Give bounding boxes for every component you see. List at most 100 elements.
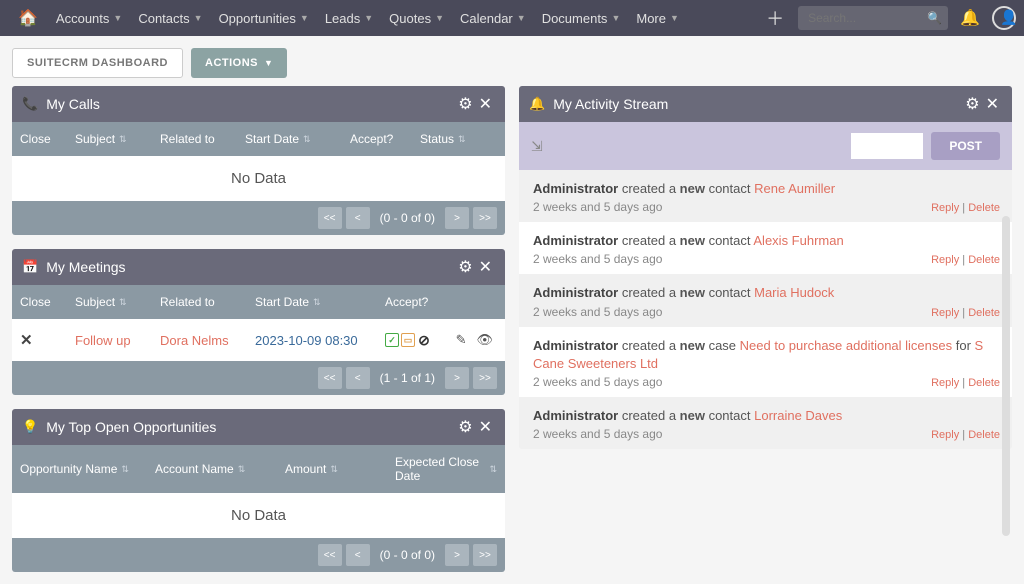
nav-item-accounts[interactable]: Accounts▼ xyxy=(48,0,130,36)
user-menu-icon[interactable]: 👤 xyxy=(992,6,1016,30)
gear-icon[interactable]: ⚙ xyxy=(455,94,475,114)
col-subject[interactable]: Subject⇅ xyxy=(75,132,160,146)
pager-last-button[interactable]: >> xyxy=(473,544,497,566)
col-close[interactable]: Close xyxy=(20,295,75,309)
pager-first-button[interactable]: << xyxy=(318,367,342,389)
meeting-subject-link[interactable]: Follow up xyxy=(75,333,131,348)
edit-icon[interactable]: ✎ xyxy=(456,332,467,348)
nav-label: More xyxy=(636,11,666,26)
close-icon[interactable]: ✕ xyxy=(476,417,495,437)
view-icon[interactable]: 👁 xyxy=(476,332,493,348)
nav-item-quotes[interactable]: Quotes▼ xyxy=(381,0,452,36)
delete-link[interactable]: Delete xyxy=(968,307,1000,319)
nav-item-contacts[interactable]: Contacts▼ xyxy=(130,0,210,36)
nav-items: Accounts▼Contacts▼Opportunities▼Leads▼Qu… xyxy=(48,0,758,36)
col-start-date[interactable]: Start Date⇅ xyxy=(255,295,385,309)
subheader: SUITECRM DASHBOARD ACTIONS ▼ xyxy=(0,36,1024,86)
no-data-message: No Data xyxy=(12,156,505,201)
col-close[interactable]: Close xyxy=(20,132,75,146)
activity-link[interactable]: Need to purchase additional licenses xyxy=(740,338,952,353)
close-icon[interactable]: ✕ xyxy=(983,94,1002,114)
pager-first-button[interactable]: << xyxy=(318,544,342,566)
delete-link[interactable]: Delete xyxy=(968,377,1000,389)
reply-link[interactable]: Reply xyxy=(931,202,959,214)
nav-item-documents[interactable]: Documents▼ xyxy=(534,0,629,36)
col-start-date[interactable]: Start Date⇅ xyxy=(245,132,350,146)
col-status[interactable]: Status⇅ xyxy=(420,132,480,146)
close-icon[interactable]: ✕ xyxy=(476,94,495,114)
compose-input[interactable] xyxy=(851,133,923,159)
scrollbar[interactable] xyxy=(1002,216,1010,536)
col-subject[interactable]: Subject⇅ xyxy=(75,295,160,309)
home-icon[interactable]: 🏠 xyxy=(8,8,48,28)
pager-prev-button[interactable]: < xyxy=(346,367,370,389)
nav-item-leads[interactable]: Leads▼ xyxy=(317,0,381,36)
activity-link[interactable]: Alexis Fuhrman xyxy=(753,233,843,248)
quick-create-icon[interactable]: ＋ xyxy=(758,5,792,31)
pager-next-button[interactable]: > xyxy=(445,367,469,389)
col-close-date[interactable]: Expected Close Date⇅ xyxy=(395,455,497,483)
pager-next-button[interactable]: > xyxy=(445,207,469,229)
bulb-icon: 💡 xyxy=(22,419,38,435)
close-meeting-icon[interactable]: ✕ xyxy=(20,332,33,349)
nav-item-opportunities[interactable]: Opportunities▼ xyxy=(211,0,317,36)
calendar-icon: 📅 xyxy=(22,259,38,275)
actions-label: ACTIONS xyxy=(205,57,258,69)
accept-yes-icon[interactable]: ✓ xyxy=(385,333,399,347)
reply-link[interactable]: Reply xyxy=(931,254,959,266)
activity-stream-panel: 🔔 My Activity Stream ⚙ ✕ ⇲ POST Administ… xyxy=(519,86,1012,449)
pager-first-button[interactable]: << xyxy=(318,207,342,229)
col-accept[interactable]: Accept? xyxy=(385,295,455,309)
search-icon[interactable]: 🔍 xyxy=(927,11,942,25)
activity-actions: Reply | Delete xyxy=(931,254,1000,266)
delete-link[interactable]: Delete xyxy=(968,254,1000,266)
activity-actor: Administrator xyxy=(533,181,618,196)
nav-item-calendar[interactable]: Calendar▼ xyxy=(452,0,534,36)
col-account-name[interactable]: Account Name⇅ xyxy=(155,455,285,483)
reply-link[interactable]: Reply xyxy=(931,429,959,441)
nav-item-more[interactable]: More▼ xyxy=(628,0,687,36)
gear-icon[interactable]: ⚙ xyxy=(455,257,475,277)
search-input[interactable] xyxy=(798,6,948,30)
pager-last-button[interactable]: >> xyxy=(473,367,497,389)
activity-item: Administrator created a new contact Mari… xyxy=(519,274,1012,326)
actions-button[interactable]: ACTIONS ▼ xyxy=(191,48,287,78)
meeting-related-link[interactable]: Dora Nelms xyxy=(160,333,229,348)
close-icon[interactable]: ✕ xyxy=(476,257,495,277)
pager-prev-button[interactable]: < xyxy=(346,207,370,229)
sort-icon: ⇅ xyxy=(119,134,127,145)
sort-icon: ⇅ xyxy=(489,464,497,475)
activity-link[interactable]: Lorraine Daves xyxy=(754,408,842,423)
meeting-date-link[interactable]: 2023-10-09 08:30 xyxy=(255,333,358,348)
panel-title: My Meetings xyxy=(46,259,455,275)
accept-decline-icon[interactable]: ⊘ xyxy=(417,333,431,347)
dashboard-tab-button[interactable]: SUITECRM DASHBOARD xyxy=(12,48,183,78)
activity-link[interactable]: Rene Aumiller xyxy=(754,181,835,196)
calls-table-header: Close Subject⇅ Related to Start Date⇅ Ac… xyxy=(12,122,505,156)
reply-link[interactable]: Reply xyxy=(931,307,959,319)
col-accept[interactable]: Accept? xyxy=(350,132,420,146)
reply-link[interactable]: Reply xyxy=(931,377,959,389)
pager-status: (1 - 1 of 1) xyxy=(374,371,441,385)
nav-right: ＋ 🔍 🔔 👤 xyxy=(758,5,1016,31)
pager-next-button[interactable]: > xyxy=(445,544,469,566)
gear-icon[interactable]: ⚙ xyxy=(962,94,982,114)
nav-label: Quotes xyxy=(389,11,431,26)
accept-tentative-icon[interactable]: ▭ xyxy=(401,333,415,347)
notifications-icon[interactable]: 🔔 xyxy=(954,8,986,28)
col-related-to[interactable]: Related to xyxy=(160,132,245,146)
activity-actor: Administrator xyxy=(533,285,618,300)
activity-link[interactable]: Maria Hudock xyxy=(754,285,834,300)
activity-time: 2 weeks and 5 days ago xyxy=(533,200,998,214)
nav-label: Documents xyxy=(542,11,608,26)
pager-last-button[interactable]: >> xyxy=(473,207,497,229)
post-button[interactable]: POST xyxy=(931,132,1000,160)
delete-link[interactable]: Delete xyxy=(968,202,1000,214)
delete-link[interactable]: Delete xyxy=(968,429,1000,441)
gear-icon[interactable]: ⚙ xyxy=(455,417,475,437)
pager-prev-button[interactable]: < xyxy=(346,544,370,566)
col-related-to[interactable]: Related to xyxy=(160,295,255,309)
col-amount[interactable]: Amount⇅ xyxy=(285,455,395,483)
col-opp-name[interactable]: Opportunity Name⇅ xyxy=(20,455,155,483)
compose-type-icon[interactable]: ⇲ xyxy=(531,138,543,155)
